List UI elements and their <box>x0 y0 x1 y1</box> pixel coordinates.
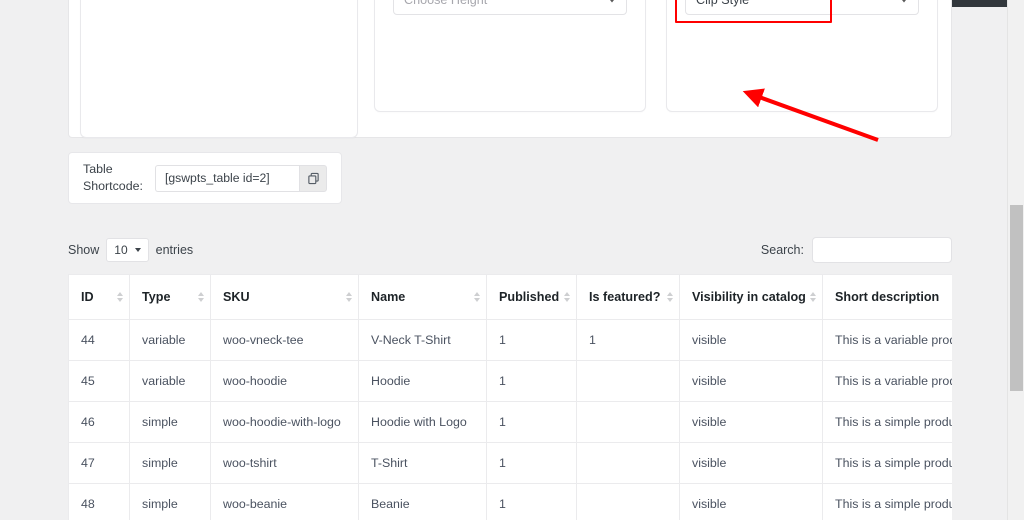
column-header-visibility-in-catalog[interactable]: Visibility in catalog <box>679 274 823 320</box>
cell-type: simple <box>129 483 211 520</box>
cell-type: simple <box>129 401 211 443</box>
sort-icon <box>117 292 123 302</box>
column-header-type[interactable]: Type <box>129 274 211 320</box>
table-row[interactable]: 47 simple woo-tshirt T-Shirt 1 visible T… <box>68 442 952 484</box>
cell-short-description: This is a variable product. <box>822 319 952 361</box>
cell-id: 46 <box>68 401 130 443</box>
table-body: 44 variable woo-vneck-tee V-Neck T-Shirt… <box>68 319 952 520</box>
cell-name: V-Neck T-Shirt <box>358 319 487 361</box>
entries-per-page-value: 10 <box>114 243 128 257</box>
cell-is-featured <box>576 442 680 484</box>
setting-card-swap-bottom-elements: Swap Bottom Elements Swap the places of … <box>80 0 358 138</box>
cell-visibility: visible <box>679 442 823 484</box>
table-shortcode-box: Table Shortcode: [gswpts_table id=2] <box>68 152 342 204</box>
cell-name: Beanie <box>358 483 487 520</box>
search-label: Search: <box>760 243 804 257</box>
cell-visibility: visible <box>679 401 823 443</box>
copy-icon[interactable] <box>299 164 327 192</box>
table-head: ID Type SKU Name Published Is featured? … <box>68 274 952 320</box>
cell-published: 1 <box>486 360 577 402</box>
cell-short-description: This is a simple product. <box>822 401 952 443</box>
sort-icon <box>564 292 570 302</box>
cell-id: 44 <box>68 319 130 361</box>
cell-short-description: This is a simple product. <box>822 483 952 520</box>
search-input[interactable] <box>812 237 952 263</box>
chevron-down-icon <box>134 248 141 252</box>
cell-published: 1 <box>486 401 577 443</box>
sort-icon <box>198 292 204 302</box>
sort-icon <box>474 292 480 302</box>
cell-id: 45 <box>68 360 130 402</box>
column-label: Visibility in catalog <box>692 290 806 304</box>
chevron-down-icon <box>608 0 616 3</box>
column-label: Type <box>142 290 171 304</box>
column-header-short-description[interactable]: Short description <box>822 274 952 320</box>
choose-height-select[interactable]: Choose Height <box>393 0 627 15</box>
column-label: ID <box>81 290 94 304</box>
entries-label: entries <box>155 243 194 257</box>
column-label: Published <box>499 290 560 304</box>
cell-is-featured: 1 <box>576 319 680 361</box>
cell-visibility: visible <box>679 319 823 361</box>
datatable-length-control: Show 10 entries <box>68 238 193 262</box>
chevron-down-icon <box>900 0 908 3</box>
datatable-controls: Show 10 entries Search: <box>68 237 952 264</box>
column-label: Short description <box>835 290 940 304</box>
sort-icon <box>346 292 352 302</box>
setting-card-vertical-scroll: Vertical Scroll/Sticky Header Choose the… <box>374 0 646 112</box>
column-header-name[interactable]: Name <box>358 274 487 320</box>
column-label: SKU <box>223 290 250 304</box>
cell-name: Hoodie <box>358 360 487 402</box>
setting-card-format-table-cell: Format Table Cell Format the table cell … <box>666 0 938 112</box>
column-header-published[interactable]: Published <box>486 274 577 320</box>
cell-sku: woo-hoodie <box>210 360 359 402</box>
cell-short-description: This is a simple product. <box>822 442 952 484</box>
cell-sku: woo-hoodie-with-logo <box>210 401 359 443</box>
table-row[interactable]: 45 variable woo-hoodie Hoodie 1 visible … <box>68 360 952 402</box>
cell-sku: woo-vneck-tee <box>210 319 359 361</box>
cell-published: 1 <box>486 442 577 484</box>
cell-sku: woo-beanie <box>210 483 359 520</box>
cell-sku: woo-tshirt <box>210 442 359 484</box>
page-scrollbar-track[interactable] <box>1007 0 1024 520</box>
datatable-search-control: Search: <box>761 237 952 263</box>
column-label: Is featured? <box>589 290 661 304</box>
cell-type: variable <box>129 360 211 402</box>
cell-is-featured <box>576 401 680 443</box>
cell-visibility: visible <box>679 483 823 520</box>
cell-short-description: This is a variable product. <box>822 360 952 402</box>
cell-name: Hoodie with Logo <box>358 401 487 443</box>
format-table-cell-select[interactable]: Clip Style <box>685 0 919 15</box>
cell-published: 1 <box>486 483 577 520</box>
entries-per-page-select[interactable]: 10 <box>106 238 149 262</box>
format-table-cell-value: Clip Style <box>696 0 750 8</box>
show-label: Show <box>68 243 100 257</box>
column-header-is-featured[interactable]: Is featured? <box>576 274 680 320</box>
datatable-scroll-container: ID Type SKU Name Published Is featured? … <box>68 274 952 520</box>
sort-icon <box>667 292 673 302</box>
table-row[interactable]: 46 simple woo-hoodie-with-logo Hoodie wi… <box>68 401 952 443</box>
column-header-sku[interactable]: SKU <box>210 274 359 320</box>
table-shortcode-label: Table Shortcode: <box>83 162 143 193</box>
admin-page: Swap Bottom Elements Swap the places of … <box>0 0 1024 520</box>
table-row[interactable]: 44 variable woo-vneck-tee V-Neck T-Shirt… <box>68 319 952 361</box>
cell-is-featured <box>576 360 680 402</box>
table-header-row: ID Type SKU Name Published Is featured? … <box>68 274 952 320</box>
cell-id: 47 <box>68 442 130 484</box>
page-scrollbar-thumb[interactable] <box>1010 205 1023 391</box>
choose-height-value: Choose Height <box>404 0 488 8</box>
cell-published: 1 <box>486 319 577 361</box>
column-header-id[interactable]: ID <box>68 274 130 320</box>
products-table: ID Type SKU Name Published Is featured? … <box>68 274 952 520</box>
table-shortcode-input[interactable]: [gswpts_table id=2] <box>155 164 299 192</box>
cell-is-featured <box>576 483 680 520</box>
table-row[interactable]: 48 simple woo-beanie Beanie 1 visible Th… <box>68 483 952 520</box>
cell-name: T-Shirt <box>358 442 487 484</box>
sort-icon <box>810 292 816 302</box>
cell-type: simple <box>129 442 211 484</box>
cell-type: variable <box>129 319 211 361</box>
column-label: Name <box>371 290 406 304</box>
cell-visibility: visible <box>679 360 823 402</box>
cell-id: 48 <box>68 483 130 520</box>
